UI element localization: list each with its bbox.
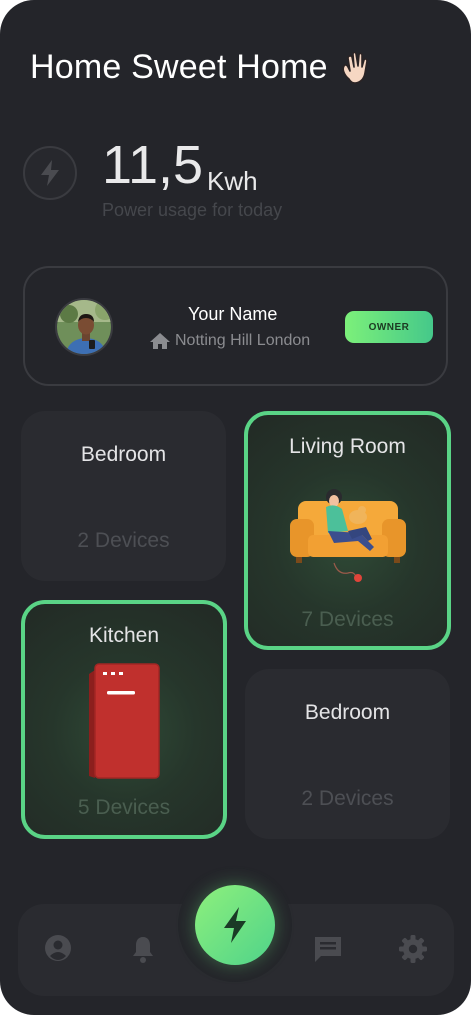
greeting-text: Home Sweet Home [30, 48, 328, 86]
room-card-kitchen[interactable]: Kitchen 5 Devices [21, 600, 227, 839]
power-button[interactable] [195, 885, 275, 965]
avatar[interactable] [55, 298, 113, 356]
lightning-icon [224, 907, 246, 943]
profile-location: Notting Hill London [149, 332, 310, 350]
gear-icon[interactable] [398, 934, 428, 964]
power-usage-unit: Kwh [207, 166, 258, 196]
room-device-count: 7 Devices [301, 608, 394, 631]
profile-icon[interactable] [44, 934, 72, 962]
room-card-bedroom-2[interactable]: Bedroom 2 Devices [245, 669, 450, 839]
bell-icon[interactable] [129, 934, 157, 964]
owner-badge: OWNER [345, 311, 433, 343]
room-title: Bedroom [304, 701, 391, 724]
room-device-count: 5 Devices [77, 796, 171, 819]
profile-card[interactable]: Your Name Notting Hill London OWNER [23, 266, 448, 386]
room-device-count: 2 Devices [301, 787, 394, 810]
room-device-count: 2 Devices [77, 529, 170, 552]
room-title: Bedroom [80, 443, 167, 466]
profile-location-text: Notting Hill London [175, 332, 311, 349]
page-title: Home Sweet Home [30, 48, 376, 87]
fridge-illustration [89, 663, 160, 779]
waving-hand-icon [338, 49, 376, 87]
room-title: Living Room [289, 435, 406, 458]
sofa-illustration [290, 489, 406, 582]
power-usage-label: Power usage for today [102, 200, 283, 220]
room-card-living-room[interactable]: Living Room 7 Devices [244, 411, 451, 650]
room-card-bedroom[interactable]: Bedroom 2 Devices [21, 411, 226, 581]
home-icon [150, 333, 170, 349]
power-usage-value: 11,5 [102, 135, 204, 195]
room-title: Kitchen [88, 624, 160, 647]
app-screen: Home Sweet Home 11,5 Kwh Power usage for… [0, 0, 471, 1015]
power-icon-circle [23, 146, 77, 200]
chat-icon[interactable] [312, 934, 344, 964]
lightning-icon [41, 160, 59, 186]
profile-name: Your Name [188, 304, 278, 324]
